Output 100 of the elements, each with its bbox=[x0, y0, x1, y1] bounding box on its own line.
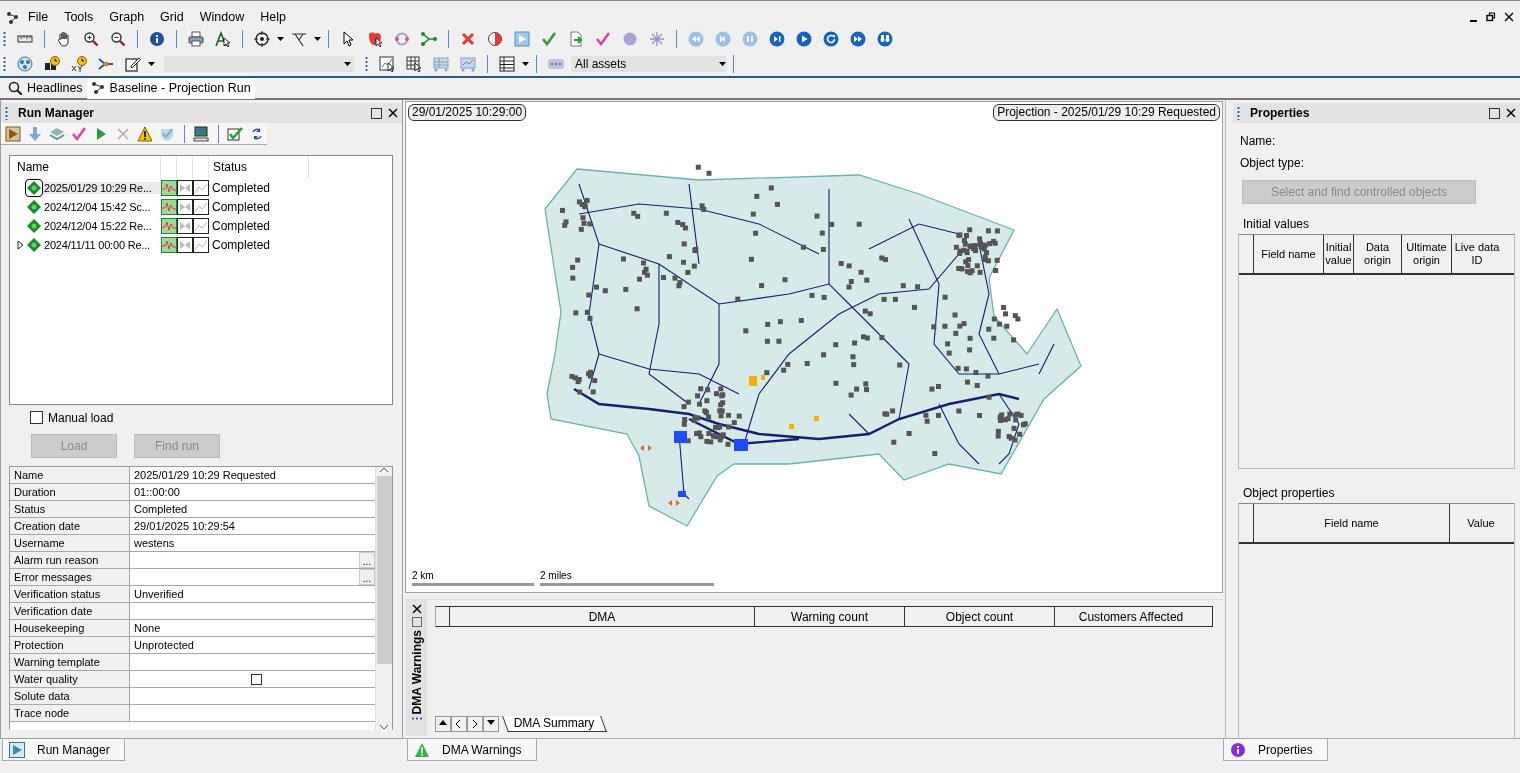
column-header[interactable]: Ultimate origin bbox=[1402, 235, 1452, 273]
maximize-icon[interactable] bbox=[1489, 107, 1500, 119]
menu-item[interactable]: Graph bbox=[108, 10, 146, 24]
check-icon[interactable] bbox=[595, 30, 611, 47]
crosshair-icon[interactable] bbox=[254, 30, 270, 47]
computer-icon[interactable] bbox=[193, 125, 210, 142]
info-icon[interactable] bbox=[149, 30, 165, 47]
dropdown-field[interactable] bbox=[164, 55, 354, 72]
chart-cursor-icon[interactable] bbox=[379, 55, 395, 72]
maximize-icon[interactable] bbox=[411, 617, 422, 627]
play-box-icon[interactable] bbox=[4, 125, 21, 142]
scroll-down-button[interactable] bbox=[483, 716, 499, 732]
branch-icon[interactable] bbox=[291, 30, 307, 47]
sparkle-icon[interactable] bbox=[649, 30, 665, 47]
cursor-icon[interactable] bbox=[340, 30, 356, 47]
table-icon[interactable] bbox=[499, 55, 515, 72]
warning-icon[interactable] bbox=[137, 125, 154, 142]
node-link-icon[interactable] bbox=[421, 30, 437, 47]
close-icon[interactable] bbox=[1504, 12, 1514, 22]
binoculars-icon[interactable] bbox=[877, 30, 893, 47]
menu-item[interactable]: Help bbox=[259, 10, 287, 24]
run-name[interactable]: 2025/01/29 10:29 Re... bbox=[43, 181, 161, 194]
column-header[interactable]: Name bbox=[10, 156, 161, 178]
caret-icon[interactable] bbox=[344, 61, 351, 66]
run-name[interactable]: 2024/12/04 15:42 Sc... bbox=[43, 200, 161, 213]
close-icon[interactable] bbox=[411, 604, 422, 614]
scroll-up-button[interactable] bbox=[435, 716, 451, 732]
menu-item[interactable]: File bbox=[27, 10, 50, 24]
play-icon[interactable] bbox=[796, 30, 812, 47]
left-arrow-button[interactable] bbox=[451, 716, 467, 732]
document-tab[interactable]: Headlines bbox=[4, 77, 87, 99]
check-icon[interactable] bbox=[541, 30, 557, 47]
column-header[interactable]: Live data ID bbox=[1452, 235, 1502, 273]
column-header[interactable]: DMA bbox=[450, 607, 755, 626]
maximize-icon[interactable] bbox=[371, 107, 382, 119]
sheet-tab[interactable]: DMA Summary bbox=[502, 716, 607, 732]
run-name[interactable]: 2024/12/04 15:22 Re... bbox=[43, 219, 161, 232]
column-header[interactable]: Value bbox=[1450, 504, 1512, 542]
delete-icon[interactable] bbox=[460, 30, 476, 47]
triangle-cursor-icon[interactable] bbox=[215, 30, 231, 47]
panel-tab[interactable]: DMA Warnings bbox=[407, 739, 537, 761]
blob-cursor-icon[interactable] bbox=[367, 30, 383, 47]
node-ring-icon[interactable] bbox=[394, 30, 410, 47]
check-box-icon[interactable] bbox=[227, 125, 244, 142]
column-header[interactable]: Object count bbox=[905, 607, 1055, 626]
edit-icon[interactable] bbox=[125, 55, 141, 72]
hourglass-icon bbox=[177, 217, 193, 234]
column-header[interactable]: Data origin bbox=[1354, 235, 1402, 273]
caret-icon[interactable] bbox=[522, 61, 529, 66]
column-header[interactable]: Field name bbox=[1254, 235, 1324, 273]
right-arrow-button[interactable] bbox=[467, 716, 483, 732]
refresh-icon[interactable] bbox=[823, 30, 839, 47]
checkbox[interactable] bbox=[251, 673, 262, 685]
checkbox[interactable] bbox=[30, 411, 43, 424]
column-header[interactable]: Initial value bbox=[1324, 235, 1354, 273]
check-icon[interactable] bbox=[70, 125, 87, 142]
fast-forward-icon[interactable] bbox=[850, 30, 866, 47]
layers-icon[interactable] bbox=[48, 125, 65, 142]
menu-item[interactable]: Window bbox=[198, 10, 246, 24]
xy-clock-icon[interactable] bbox=[71, 55, 87, 72]
run-name[interactable]: 2024/11/11 00:00 Re... bbox=[43, 238, 161, 251]
panel-tab[interactable]: Properties bbox=[1223, 739, 1328, 761]
export-icon[interactable] bbox=[568, 30, 584, 47]
zoom-out-icon[interactable] bbox=[110, 30, 126, 47]
table-cursor-icon[interactable] bbox=[406, 55, 422, 72]
close-icon[interactable] bbox=[388, 108, 398, 118]
column-header[interactable]: Status bbox=[209, 156, 309, 178]
caret-icon[interactable] bbox=[719, 61, 726, 66]
document-tab[interactable]: Baseline - Projection Run bbox=[86, 77, 255, 99]
scroll-down-icon[interactable] bbox=[379, 724, 389, 730]
printer-icon[interactable] bbox=[188, 30, 204, 47]
ellipsis-button[interactable]: ... bbox=[359, 552, 375, 568]
ellipsis-button[interactable]: ... bbox=[359, 569, 375, 585]
network-globe-icon[interactable] bbox=[17, 55, 33, 72]
caret-icon[interactable] bbox=[277, 36, 284, 41]
caret-icon[interactable] bbox=[314, 36, 321, 41]
scroll-up-icon[interactable] bbox=[379, 467, 389, 473]
hand-icon[interactable] bbox=[56, 30, 72, 47]
expand-arrow-icon[interactable] bbox=[17, 239, 24, 250]
pipe-node-icon[interactable] bbox=[98, 55, 114, 72]
grid-chart-icon[interactable] bbox=[460, 55, 476, 72]
scrollbar[interactable] bbox=[375, 467, 392, 730]
menu-item[interactable]: Tools bbox=[63, 10, 95, 24]
asset-filter-dropdown[interactable]: All assets bbox=[571, 55, 726, 72]
column-header[interactable]: Warning count bbox=[755, 607, 905, 626]
restore-icon[interactable] bbox=[1486, 12, 1496, 22]
panel-tab[interactable]: Run Manager bbox=[2, 739, 125, 761]
scrollbar-thumb[interactable] bbox=[376, 476, 392, 664]
line-chart-icon bbox=[193, 198, 209, 215]
column-header[interactable]: Customers Affected bbox=[1055, 607, 1207, 626]
caret-icon[interactable] bbox=[148, 61, 155, 66]
half-circle-icon[interactable] bbox=[487, 30, 503, 47]
close-icon[interactable] bbox=[1506, 108, 1516, 118]
column-header[interactable]: Field name bbox=[1254, 504, 1450, 542]
step-forward-icon[interactable] bbox=[769, 30, 785, 47]
menu-item[interactable]: Grid bbox=[159, 10, 185, 24]
zoom-in-icon[interactable] bbox=[83, 30, 99, 47]
binoculars-clock-icon[interactable] bbox=[44, 55, 60, 72]
play-box-icon bbox=[9, 741, 25, 758]
property-value: 29/01/2025 10:29:54 bbox=[134, 520, 235, 532]
